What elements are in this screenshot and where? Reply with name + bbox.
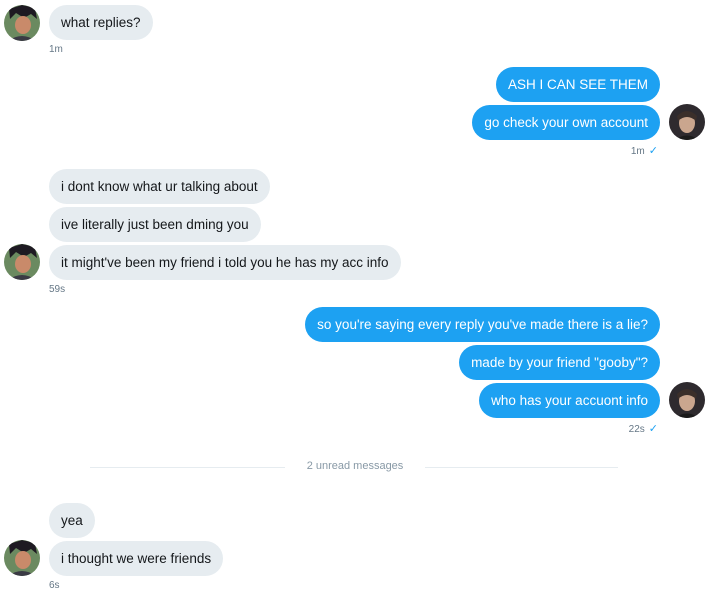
message-timestamp: 1m — [49, 44, 63, 55]
avatar-image-other — [4, 244, 40, 280]
message-outgoing[interactable]: who has your accuont info — [479, 383, 660, 418]
check-icon: ✓ — [648, 145, 658, 157]
message-timestamp: 59s — [49, 284, 66, 295]
message-timestamp: 6s — [49, 580, 60, 591]
timestamp-text: 1m — [630, 146, 645, 157]
unread-messages-divider: 2 unread messages — [285, 460, 425, 472]
message-incoming[interactable]: it might've been my friend i told you he… — [49, 245, 401, 280]
message-outgoing[interactable]: go check your own account — [472, 105, 660, 140]
avatar-image-other — [4, 540, 40, 576]
message-timestamp: 1m ✓ — [631, 144, 658, 157]
avatar-self[interactable] — [669, 382, 705, 418]
message-outgoing[interactable]: made by your friend "gooby"? — [459, 345, 660, 380]
message-incoming[interactable]: what replies? — [49, 5, 153, 40]
avatar-image-self — [669, 104, 705, 140]
message-incoming[interactable]: yea — [49, 503, 95, 538]
divider-line-left — [90, 467, 285, 468]
message-incoming[interactable]: i thought we were friends — [49, 541, 224, 576]
message-incoming[interactable]: ive literally just been dming you — [49, 207, 261, 242]
message-incoming[interactable]: i dont know what ur talking about — [49, 169, 270, 204]
message-timestamp: 22s ✓ — [629, 422, 658, 435]
divider-line-right — [425, 467, 618, 468]
avatar-other-user[interactable] — [4, 5, 40, 41]
message-outgoing[interactable]: so you're saying every reply you've made… — [305, 307, 660, 342]
message-outgoing[interactable]: ASH I CAN SEE THEM — [495, 67, 660, 102]
avatar-self[interactable] — [669, 104, 705, 140]
avatar-image-self — [669, 382, 705, 418]
avatar-other-user[interactable] — [4, 244, 40, 280]
check-icon: ✓ — [648, 423, 658, 435]
avatar-other-user[interactable] — [4, 540, 40, 576]
timestamp-text: 22s — [628, 424, 645, 435]
avatar-image-other — [4, 5, 40, 41]
